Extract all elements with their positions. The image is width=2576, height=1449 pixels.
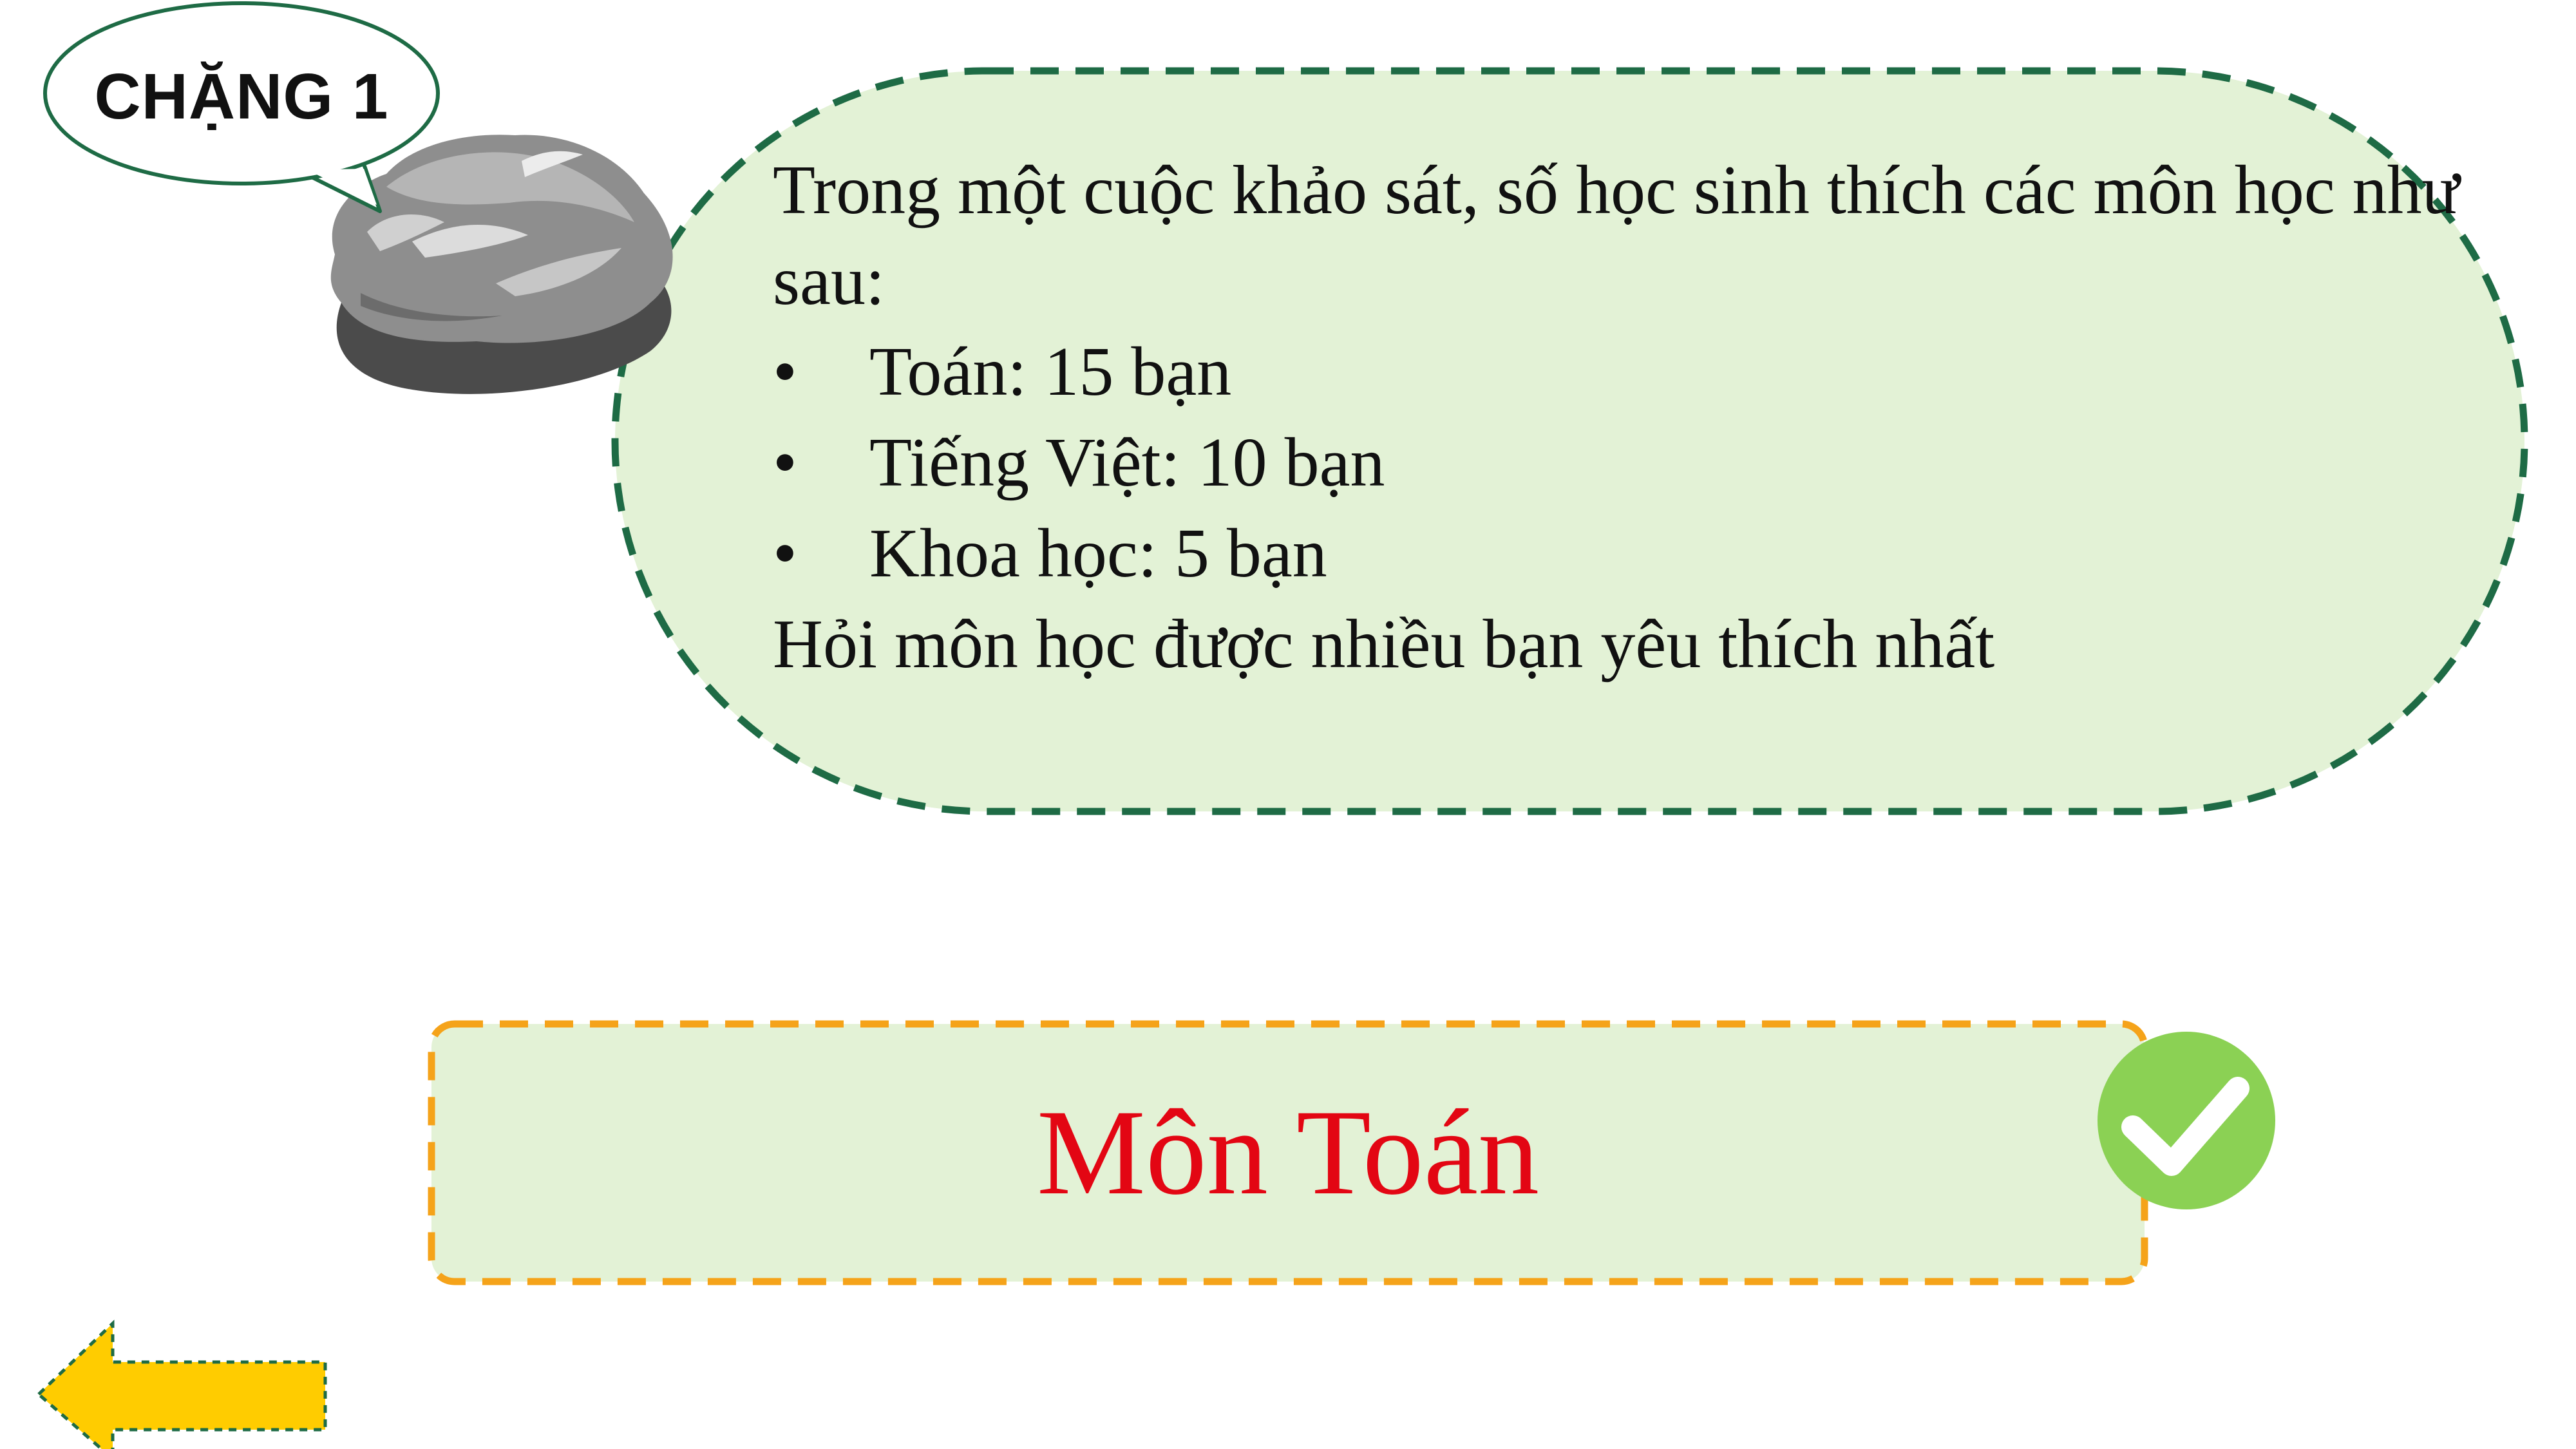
subject-item-khoa-hoc: • Khoa học: 5 bạn xyxy=(773,508,2460,599)
subject-item-label: Tiếng Việt: 10 bạn xyxy=(869,424,1385,501)
stage-label: CHẶNG 1 xyxy=(94,60,389,133)
subject-item-tieng-viet: • Tiếng Việt: 10 bạn xyxy=(773,417,2460,508)
subject-item-label: Khoa học: 5 bạn xyxy=(869,515,1327,592)
subject-list: • Toán: 15 bạn • Tiếng Việt: 10 bạn • Kh… xyxy=(773,327,2460,599)
subject-item-toan: • Toán: 15 bạn xyxy=(773,327,2460,417)
bullet: • xyxy=(773,515,797,592)
answer-label: Môn Toán xyxy=(1036,1085,1540,1220)
question-intro: Trong một cuộc khảo sát, số học sinh thí… xyxy=(773,152,2460,319)
subject-item-label: Toán: 15 bạn xyxy=(869,334,1232,410)
question-text: Trong một cuộc khảo sát, số học sinh thí… xyxy=(773,145,2460,690)
slide: CHẶNG 1 Trong một cuộc khảo sát, số học … xyxy=(0,0,2576,1449)
rock-image xyxy=(330,135,673,394)
bullet: • xyxy=(773,334,797,410)
question-prompt: Hỏi môn học được nhiều bạn yêu thích nhấ… xyxy=(773,606,1995,683)
arrow-left-icon[interactable] xyxy=(36,1320,327,1449)
bullet: • xyxy=(773,424,797,501)
